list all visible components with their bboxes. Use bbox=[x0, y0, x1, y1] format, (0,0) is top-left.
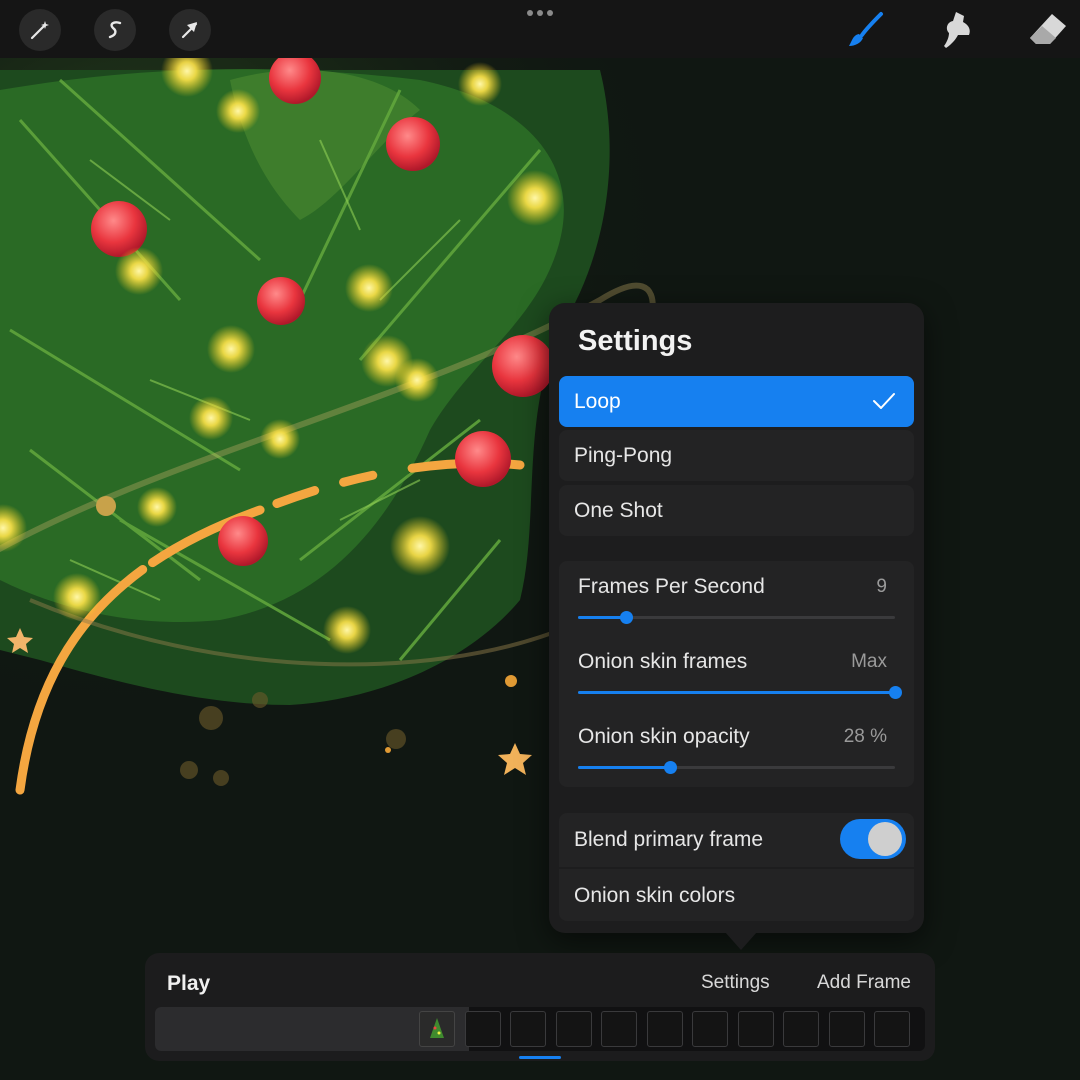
fps-slider-thumb[interactable] bbox=[619, 611, 633, 624]
brush-icon[interactable] bbox=[845, 8, 889, 52]
blend-primary-frame-toggle[interactable] bbox=[840, 819, 906, 859]
mode-ping-pong-option[interactable]: Ping-Pong bbox=[559, 430, 914, 481]
mode-ping-pong-label: Ping-Pong bbox=[574, 443, 673, 467]
frame-thumbnail-tree[interactable] bbox=[419, 1011, 455, 1047]
slider-settings-group: Frames Per Second 9 Onion skin frames Ma… bbox=[559, 561, 914, 787]
popover-title: Settings bbox=[578, 325, 693, 357]
onion-frames-label: Onion skin frames bbox=[578, 650, 748, 673]
frame-thumbnail[interactable] bbox=[646, 1011, 683, 1047]
onion-frames-slider-fill bbox=[578, 691, 895, 694]
blend-primary-frame-label: Blend primary frame bbox=[574, 828, 764, 851]
frame-thumbnail[interactable] bbox=[510, 1011, 546, 1047]
onion-opacity-slider-thumb[interactable] bbox=[663, 761, 677, 774]
magic-wand-icon[interactable] bbox=[19, 9, 61, 51]
current-frame-indicator bbox=[519, 1056, 561, 1059]
onion-frames-slider[interactable] bbox=[578, 686, 902, 699]
frame-thumbnail[interactable] bbox=[828, 1011, 865, 1047]
add-frame-button[interactable]: Add Frame bbox=[817, 972, 911, 994]
eraser-icon[interactable] bbox=[1026, 8, 1070, 52]
frame-thumbnail[interactable] bbox=[555, 1011, 592, 1047]
fps-slider[interactable] bbox=[578, 611, 895, 624]
selection-icon[interactable] bbox=[94, 9, 136, 51]
frame-thumbnail[interactable] bbox=[874, 1011, 910, 1047]
settings-popover: Settings Loop Ping-Pong One Shot Frames … bbox=[549, 303, 924, 933]
frame-timeline[interactable] bbox=[155, 1007, 925, 1051]
onion-skin-colors-row[interactable]: Onion skin colors bbox=[559, 869, 914, 921]
play-button[interactable]: Play bbox=[167, 972, 210, 996]
onion-opacity-slider-fill bbox=[578, 766, 670, 769]
top-toolbar bbox=[0, 0, 1080, 58]
fps-slider-fill bbox=[578, 616, 626, 619]
checkmark-icon bbox=[873, 393, 895, 409]
transform-arrow-icon[interactable] bbox=[169, 9, 211, 51]
tree-thumbnail-icon bbox=[430, 1018, 444, 1038]
fps-label: Frames Per Second bbox=[578, 575, 765, 598]
frame-thumbnail[interactable] bbox=[601, 1011, 637, 1047]
mode-loop-option[interactable]: Loop bbox=[559, 376, 914, 427]
frame-thumbnail[interactable] bbox=[783, 1011, 819, 1047]
onion-opacity-label: Onion skin opacity bbox=[578, 725, 750, 748]
onion-opacity-slider[interactable] bbox=[578, 761, 895, 774]
more-options-icon[interactable] bbox=[524, 6, 556, 20]
onion-skin-colors-label: Onion skin colors bbox=[574, 884, 736, 907]
settings-button[interactable]: Settings bbox=[701, 972, 770, 994]
toggle-knob bbox=[868, 822, 902, 856]
fps-value: 9 bbox=[876, 576, 887, 597]
onion-frames-value: Max bbox=[851, 651, 887, 672]
blend-primary-frame-row: Blend primary frame bbox=[559, 813, 914, 867]
onion-frames-slider-thumb[interactable] bbox=[889, 686, 902, 699]
smudge-icon[interactable] bbox=[936, 8, 980, 52]
frame-thumbnail[interactable] bbox=[692, 1011, 728, 1047]
popover-arrow bbox=[725, 932, 757, 950]
mode-one-shot-option[interactable]: One Shot bbox=[559, 485, 914, 536]
mode-loop-label: Loop bbox=[574, 389, 621, 413]
animation-assist-bar: Play Settings Add Frame bbox=[145, 953, 935, 1061]
frame-thumbnail[interactable] bbox=[464, 1011, 501, 1047]
frame-thumbnail[interactable] bbox=[737, 1011, 774, 1047]
onion-opacity-value: 28 % bbox=[843, 726, 887, 747]
mode-one-shot-label: One Shot bbox=[574, 498, 663, 522]
